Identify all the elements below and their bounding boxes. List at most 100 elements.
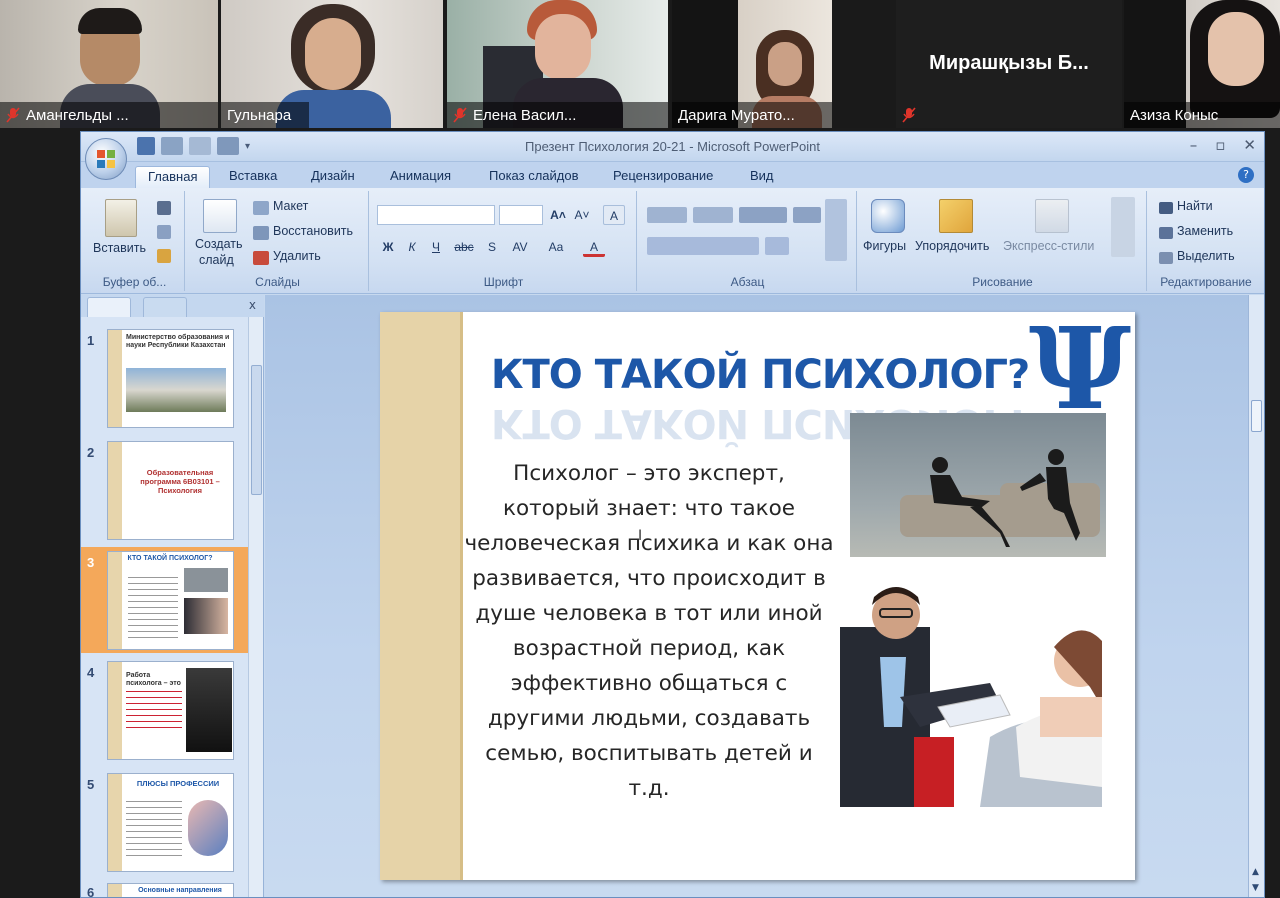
panel-scrollbar[interactable] — [248, 317, 263, 897]
select-button[interactable]: Выделить — [1177, 249, 1235, 263]
paste-button[interactable]: Вставить — [93, 241, 146, 255]
shapes-button[interactable]: Фигуры — [863, 239, 906, 253]
next-slide-icon[interactable]: ▼ — [1252, 883, 1259, 893]
slide-thumbnail-row[interactable]: 4 Работа психолога – это — [81, 657, 251, 767]
slide-thumbnail-row[interactable]: 5 ПЛЮСЫ ПРОФЕССИИ — [81, 769, 251, 879]
font-color-button[interactable]: A — [583, 237, 605, 257]
numbering-icon[interactable] — [693, 207, 733, 223]
slide-body-text[interactable]: Психолог – это эксперт, который знает: ч… — [464, 456, 834, 806]
slide-thumbnail-row[interactable]: 6 Основные направления — [81, 879, 251, 898]
slide-thumbnail-row-selected[interactable]: 3 КТО ТАКОЙ ПСИХОЛОГ? — [81, 547, 251, 653]
office-button[interactable] — [85, 138, 127, 180]
participant-name-bar: Гульнара — [221, 102, 309, 128]
bullets-icon[interactable] — [647, 207, 687, 223]
text-cursor-icon: I — [638, 528, 643, 544]
participant-tile[interactable]: Амангельды ... — [0, 0, 218, 128]
tab-home[interactable]: Главная — [135, 166, 211, 188]
close-panel-icon[interactable]: x — [249, 298, 256, 312]
clipboard-group: Вставить Буфер об... — [85, 191, 185, 291]
participant-tile[interactable]: Дарига Мурато... — [672, 0, 832, 128]
columns-icon[interactable] — [765, 237, 789, 255]
slide-thumbnail[interactable]: Образовательная программа 6В03101 – Псих… — [107, 441, 234, 540]
line-spacing-icon[interactable] — [793, 207, 821, 223]
new-slide-button-line1[interactable]: Создать — [195, 237, 243, 251]
underline-button[interactable]: Ч — [425, 237, 447, 257]
shrink-font-button[interactable]: A˅ — [571, 205, 593, 225]
arrange-button[interactable]: Упорядочить — [915, 239, 989, 253]
slides-tab[interactable] — [87, 297, 131, 317]
slide-number: 2 — [87, 445, 95, 460]
find-button[interactable]: Найти — [1177, 199, 1213, 213]
font-group: A˄ A˅ A Ж К Ч abc S AV Aa A Шрифт — [371, 191, 637, 291]
tab-insert[interactable]: Вставка — [217, 166, 289, 188]
copy-icon[interactable] — [157, 225, 171, 239]
slide-number: 4 — [87, 665, 95, 680]
participant-tile-active-speaker[interactable]: Гульнара — [221, 0, 443, 128]
alignment-icons[interactable] — [647, 237, 759, 255]
slide-thumbnail[interactable]: КТО ТАКОЙ ПСИХОЛОГ? — [107, 551, 234, 650]
slide-thumbnail[interactable]: ПЛЮСЫ ПРОФЕССИИ — [107, 773, 234, 872]
restore-button[interactable]: ▫ — [1215, 136, 1225, 154]
participant-tile[interactable]: Азиза Коныс — [1124, 0, 1280, 128]
paragraph-group: Абзац — [639, 191, 857, 291]
strikethrough-button[interactable]: abc — [451, 237, 477, 257]
char-spacing-button[interactable]: AV — [505, 237, 535, 257]
participant-name-bar: Амангельды ... — [0, 102, 218, 128]
reset-icon — [253, 226, 269, 240]
canvas-scroll-thumb[interactable] — [1251, 400, 1262, 432]
clipboard-group-label: Буфер об... — [102, 275, 167, 289]
prev-slide-icon[interactable]: ▲ — [1252, 867, 1259, 877]
change-case-button[interactable]: Aa — [541, 237, 571, 257]
tab-view[interactable]: Вид — [738, 166, 786, 188]
slide-title[interactable]: КТО ТАКОЙ ПСИХОЛОГ? — [490, 352, 1030, 398]
zoom-meeting-window: Амангельды ... Гульнара Елена Васил... Д… — [0, 0, 1280, 898]
minimize-button[interactable]: – — [1190, 136, 1198, 154]
delete-slide-button[interactable]: Удалить — [273, 249, 321, 263]
quick-styles-button[interactable]: Экспресс-стили — [1003, 239, 1094, 253]
muted-mic-icon — [453, 107, 467, 123]
participant-tile-no-video[interactable]: Мирашқызы Б... — [896, 0, 1122, 128]
canvas-scrollbar[interactable]: ▲ ▼ — [1248, 295, 1264, 897]
tab-slideshow[interactable]: Показ слайдов — [477, 166, 591, 188]
tab-design[interactable]: Дизайн — [299, 166, 367, 188]
layout-button[interactable]: Макет — [273, 199, 308, 213]
reset-button[interactable]: Восстановить — [273, 224, 353, 238]
shadow-button[interactable]: S — [481, 237, 503, 257]
slide-thumbnail[interactable]: Основные направления — [107, 883, 234, 897]
cut-icon[interactable] — [157, 201, 171, 215]
slide-number: 6 — [87, 885, 95, 898]
bold-button[interactable]: Ж — [377, 237, 399, 257]
psychologist-drawing — [840, 587, 1106, 807]
text-direction-icon[interactable] — [825, 199, 847, 261]
slide-thumbnail-row[interactable]: 2 Образовательная программа 6В03101 – Пс… — [81, 437, 251, 547]
thumbnail-title: КТО ТАКОЙ ПСИХОЛОГ? — [127, 555, 213, 562]
shape-fill-outline-icons[interactable] — [1111, 197, 1135, 257]
outline-tab[interactable] — [143, 297, 187, 317]
tab-animation[interactable]: Анимация — [378, 166, 463, 188]
therapy-silhouette-image[interactable] — [850, 413, 1106, 557]
new-slide-button-line2[interactable]: слайд — [199, 253, 234, 267]
replace-button[interactable]: Заменить — [1177, 224, 1233, 238]
psychologist-patient-image[interactable] — [840, 587, 1106, 807]
current-slide[interactable]: КТО ТАКОЙ ПСИХОЛОГ? КТО ТАКОЙ ПСИХОЛОГ? … — [380, 312, 1135, 880]
window-title: Презент Психология 20-21 - Microsoft Pow… — [525, 139, 820, 154]
indent-icon[interactable] — [739, 207, 787, 223]
clear-format-button[interactable]: A — [603, 205, 625, 225]
slide-number: 1 — [87, 333, 95, 348]
thumbnail-title: Министерство образования и науки Республ… — [126, 334, 230, 349]
slide-thumbnail-row[interactable]: 1 Министерство образования и науки Респу… — [81, 325, 251, 435]
close-button[interactable]: ✕ — [1243, 136, 1256, 154]
help-icon[interactable]: ? — [1238, 167, 1254, 183]
tab-review[interactable]: Рецензирование — [601, 166, 725, 188]
panel-scroll-thumb[interactable] — [251, 365, 262, 495]
font-size-combo[interactable] — [499, 205, 543, 225]
slide-thumbnail[interactable]: Работа психолога – это — [107, 661, 234, 760]
slide-thumbnail[interactable]: Министерство образования и науки Республ… — [107, 329, 234, 428]
participant-tile[interactable]: Елена Васил... — [447, 0, 668, 128]
window-controls: – ▫ ✕ — [1190, 136, 1256, 154]
italic-button[interactable]: К — [401, 237, 423, 257]
format-painter-icon[interactable] — [157, 249, 171, 263]
slides-panel: x 1 Министерство образования и науки Рес… — [81, 295, 264, 898]
font-family-combo[interactable] — [377, 205, 495, 225]
grow-font-button[interactable]: A˄ — [547, 205, 569, 225]
